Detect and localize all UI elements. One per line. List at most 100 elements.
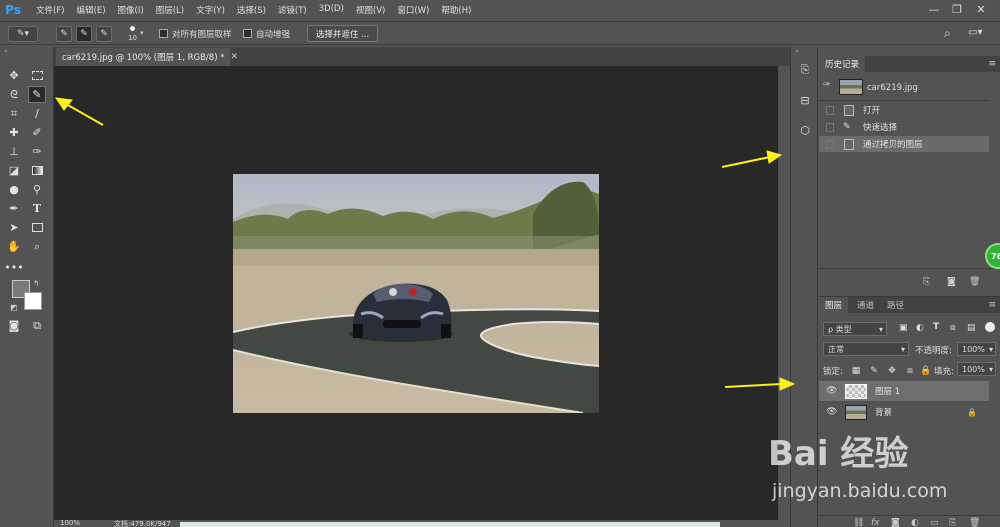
minimize-icon[interactable]: — xyxy=(925,2,943,17)
adjustment-layer-icon[interactable]: ◐ xyxy=(911,518,919,527)
subtract-from-selection-button[interactable]: ✎ xyxy=(96,26,112,42)
crop-tool-icon[interactable]: ⌗ xyxy=(5,105,23,122)
layer-row-selected[interactable]: 👁 图层 1 xyxy=(819,381,989,401)
lock-position-icon[interactable]: ✥ xyxy=(887,365,897,376)
history-item[interactable]: 打开 xyxy=(819,102,989,118)
lock-all-icon[interactable]: 🔒 xyxy=(920,365,931,376)
select-and-mask-button[interactable]: 选择并遮住 ... xyxy=(307,25,378,42)
filter-pixel-icon[interactable]: ▣ xyxy=(899,323,908,333)
menu-item[interactable]: 图像(I) xyxy=(112,4,150,16)
zoom-level[interactable]: 100% xyxy=(60,519,80,527)
menu-item[interactable]: 视图(V) xyxy=(350,4,391,16)
quick-selection-tool-icon[interactable]: ✎ xyxy=(28,86,46,103)
eyedropper-tool-icon[interactable]: ∕ xyxy=(28,105,46,122)
menu-item[interactable]: 帮助(H) xyxy=(435,4,477,16)
trash-icon[interactable]: 🗑 xyxy=(969,518,980,527)
menu-item[interactable]: 窗口(W) xyxy=(391,4,435,16)
type-tool-icon[interactable]: T xyxy=(28,200,46,217)
more-tools-icon[interactable]: ••• xyxy=(4,259,23,276)
properties-panel-icon[interactable]: ⊟ xyxy=(796,91,814,109)
menu-item[interactable]: 选择(S) xyxy=(231,4,272,16)
tool-preset-picker[interactable]: ✎▾ xyxy=(8,26,38,42)
filter-adjustment-icon[interactable]: ◐ xyxy=(916,323,924,333)
auto-enhance-checkbox[interactable] xyxy=(243,29,252,38)
eye-icon[interactable]: 👁 xyxy=(826,386,837,396)
new-selection-button[interactable]: ✎ xyxy=(56,26,72,42)
collapse-arrows-icon[interactable]: « xyxy=(4,48,8,55)
healing-brush-tool-icon[interactable]: ✚ xyxy=(5,124,23,141)
menu-item[interactable]: 图层(L) xyxy=(150,4,190,16)
layer-row[interactable]: 👁 背景 🔒 xyxy=(819,402,989,422)
swap-colors-icon[interactable]: ↰ xyxy=(33,279,40,288)
quick-mask-icon[interactable]: ◙ xyxy=(5,317,23,334)
document-tab[interactable]: car6219.jpg @ 100% (图层 1, RGB/8) * ✕ xyxy=(56,48,238,66)
layer-filter-select[interactable]: ρ 类型 ▾ xyxy=(823,322,887,336)
car-photo[interactable] xyxy=(233,174,599,413)
dodge-tool-icon[interactable]: ⚲ xyxy=(28,181,46,198)
blend-mode-select[interactable]: 正常 ▾ xyxy=(823,342,909,356)
add-mask-icon[interactable]: ◙ xyxy=(891,518,900,527)
hand-tool-icon[interactable]: ✋ xyxy=(5,238,23,255)
path-selection-tool-icon[interactable]: ➤ xyxy=(5,219,23,236)
vertical-scrollbar[interactable] xyxy=(778,66,790,520)
blur-tool-icon[interactable]: ● xyxy=(5,181,23,198)
search-icon[interactable]: ⌕ xyxy=(944,26,951,41)
tab-channels[interactable]: 通道 xyxy=(851,297,880,313)
default-colors-icon[interactable]: ◩ xyxy=(10,303,18,312)
filter-toggle-icon[interactable] xyxy=(985,322,995,332)
workspace-switcher-icon[interactable]: ▭▾ xyxy=(968,27,982,38)
link-layers-icon[interactable]: ⛓ xyxy=(853,518,864,527)
add-to-selection-button[interactable]: ✎ xyxy=(76,26,92,42)
pen-tool-icon[interactable]: ✒ xyxy=(5,200,23,217)
panel-menu-icon[interactable]: ≡ xyxy=(988,59,996,69)
opacity-field[interactable]: 100% ▾ xyxy=(957,342,996,356)
3d-panel-icon[interactable]: ⬡ xyxy=(796,121,814,139)
zoom-tool-icon[interactable]: ⌕ xyxy=(28,238,46,255)
filter-smart-object-icon[interactable]: ▤ xyxy=(967,323,976,333)
background-color-swatch[interactable] xyxy=(24,292,42,310)
panel-menu-icon[interactable]: ≡ xyxy=(988,300,996,310)
menu-item[interactable]: 3D(D) xyxy=(313,4,350,16)
restore-icon[interactable]: ❐ xyxy=(948,2,966,17)
lasso-tool-icon[interactable]: ᘓ xyxy=(5,86,23,103)
history-item-selected[interactable]: 通过拷贝的图层 xyxy=(819,136,989,152)
rectangle-tool-icon[interactable] xyxy=(28,219,46,236)
expand-arrows-icon[interactable]: » xyxy=(795,48,799,55)
new-document-from-state-icon[interactable]: ⎘ xyxy=(923,277,930,287)
menu-item[interactable]: 文字(Y) xyxy=(190,4,231,16)
eye-icon[interactable]: 👁 xyxy=(826,407,837,417)
move-tool-icon[interactable]: ✥ xyxy=(5,67,23,84)
tab-layers[interactable]: 图层 xyxy=(819,297,849,313)
brush-size-picker[interactable]: 10 ▾ xyxy=(126,25,148,43)
sample-all-layers-checkbox[interactable] xyxy=(159,29,168,38)
lock-image-icon[interactable]: ✎ xyxy=(869,365,879,376)
lock-transparent-icon[interactable]: ▦ xyxy=(851,365,861,376)
menu-item[interactable]: 文件(F) xyxy=(30,4,71,16)
menu-item[interactable]: 编辑(E) xyxy=(71,4,112,16)
screen-mode-icon[interactable]: ⧉ xyxy=(28,317,46,334)
history-brush-tool-icon[interactable]: ✑ xyxy=(28,143,46,160)
clone-stamp-tool-icon[interactable]: ⊥ xyxy=(5,143,23,160)
eraser-tool-icon[interactable]: ◪ xyxy=(5,162,23,179)
fill-field[interactable]: 100% ▾ xyxy=(957,362,996,376)
close-window-icon[interactable]: ✕ xyxy=(972,2,990,17)
gradient-tool-icon[interactable] xyxy=(28,162,46,179)
new-group-icon[interactable]: ▭ xyxy=(930,518,939,527)
history-panel-icon[interactable]: ⎘ xyxy=(796,61,814,79)
snapshot-name[interactable]: car6219.jpg xyxy=(867,83,918,93)
filter-type-icon[interactable]: T xyxy=(933,322,939,332)
tab-paths[interactable]: 路径 xyxy=(881,297,910,313)
trash-icon[interactable]: 🗑 xyxy=(969,277,980,287)
snapshot-thumbnail[interactable] xyxy=(839,79,863,95)
filter-shape-icon[interactable]: ⧈ xyxy=(950,323,956,333)
close-tab-icon[interactable]: ✕ xyxy=(230,52,238,62)
lock-artboard-icon[interactable]: ⧈ xyxy=(905,365,915,376)
menu-item[interactable]: 滤镜(T) xyxy=(272,4,313,16)
fx-icon[interactable]: fx xyxy=(871,518,880,527)
tab-history[interactable]: 历史记录 xyxy=(819,56,866,72)
marquee-tool-icon[interactable] xyxy=(28,67,46,84)
history-brush-source-icon[interactable]: ✑ xyxy=(823,80,831,90)
brush-tool-icon[interactable]: ✐ xyxy=(28,124,46,141)
canvas-area[interactable] xyxy=(54,66,778,520)
history-item[interactable]: ✎ 快速选择 xyxy=(819,119,989,135)
